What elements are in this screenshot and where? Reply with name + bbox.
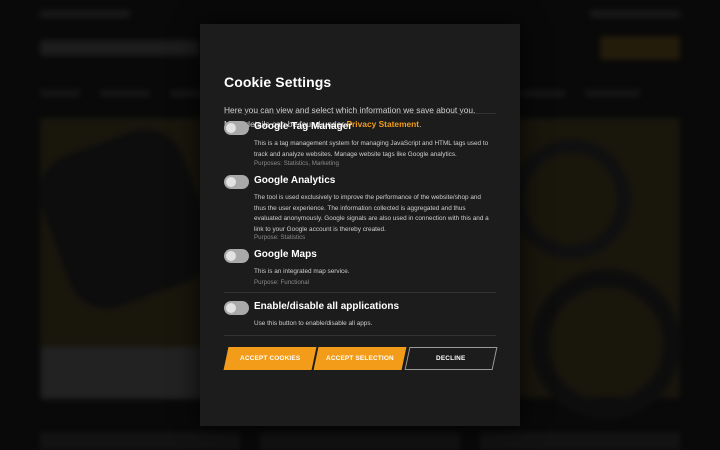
accept-cookies-label: ACCEPT COOKIES: [239, 355, 301, 362]
toggle-all-applications[interactable]: [224, 301, 249, 315]
service-name: Google Analytics: [254, 175, 336, 186]
cookie-settings-dialog: Cookie Settings Here you can view and se…: [200, 24, 520, 426]
service-description: This is an integrated map service.: [254, 268, 350, 275]
toggle-google-analytics[interactable]: [224, 175, 249, 189]
divider: [224, 113, 496, 114]
service-purpose: Purpose: Statistics: [254, 234, 306, 241]
decline-button[interactable]: DECLINE: [404, 347, 498, 370]
privacy-statement-link[interactable]: Privacy Statement: [346, 119, 419, 129]
service-purpose: Purposes: Statistics, Marketing: [254, 160, 339, 167]
toggle-all-description: Use this button to enable/disable all ap…: [254, 320, 373, 327]
service-name: Google Maps: [254, 249, 317, 260]
divider: [224, 292, 496, 293]
intro-end: .: [419, 119, 422, 129]
decline-label: DECLINE: [436, 355, 466, 362]
service-description: The tool is used exclusively to improve …: [254, 194, 489, 233]
toggle-google-maps[interactable]: [224, 249, 249, 263]
dialog-actions: ACCEPT COOKIES ACCEPT SELECTION DECLINE: [223, 347, 498, 371]
accept-selection-label: ACCEPT SELECTION: [326, 355, 394, 362]
service-purpose: Purpose: Functional: [254, 279, 310, 286]
toggle-google-tag-manager[interactable]: [224, 121, 249, 135]
accept-selection-button[interactable]: ACCEPT SELECTION: [313, 347, 407, 370]
toggle-all-label: Enable/disable all applications: [254, 301, 400, 312]
service-description: This is a tag management system for mana…: [254, 140, 489, 158]
service-name: Google Tag Manager: [254, 121, 353, 132]
dialog-title: Cookie Settings: [224, 74, 332, 90]
divider: [224, 335, 496, 336]
accept-cookies-button[interactable]: ACCEPT COOKIES: [223, 347, 317, 370]
